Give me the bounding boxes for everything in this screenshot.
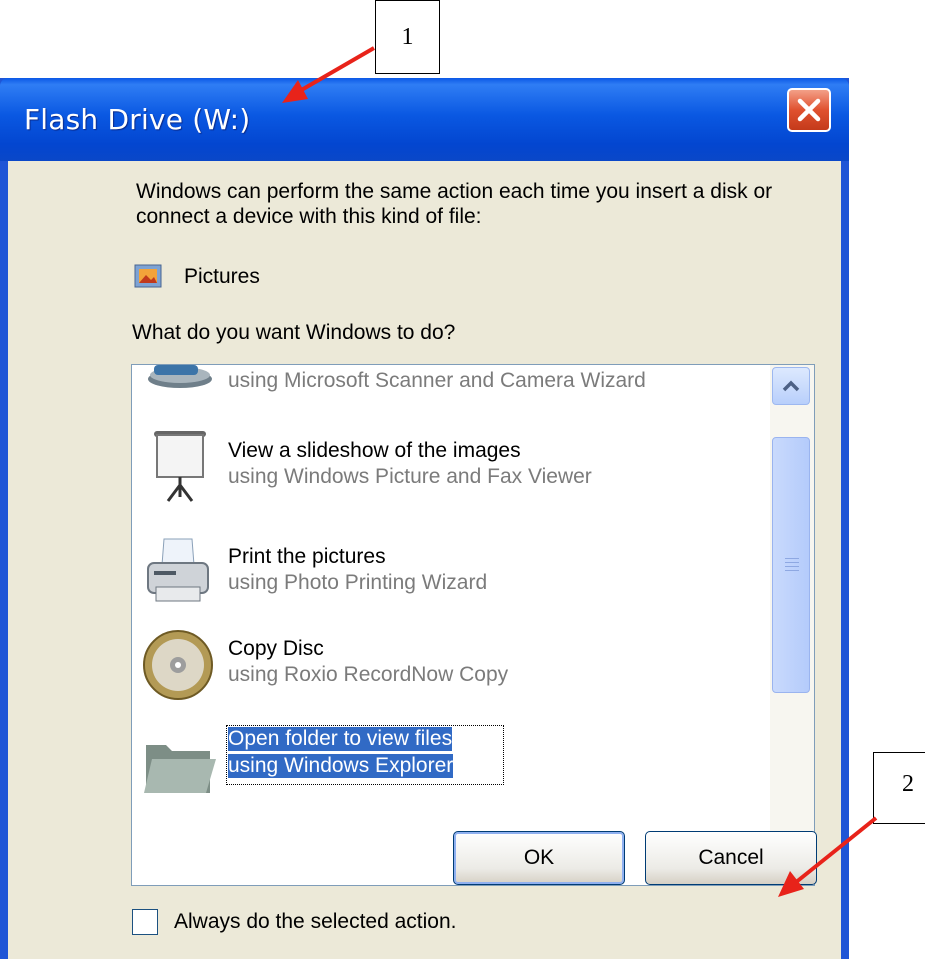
scroll-thumb[interactable] xyxy=(772,437,810,693)
callout-box-2: 2 xyxy=(873,752,925,824)
action-item-scanner[interactable]: using Microsoft Scanner and Camera Wizar… xyxy=(132,365,768,425)
scroll-grip-line xyxy=(785,566,799,567)
action-item-copy-disc[interactable]: Copy Disc using Roxio RecordNow Copy xyxy=(132,627,768,717)
action-list[interactable]: using Microsoft Scanner and Camera Wizar… xyxy=(131,364,815,886)
scroll-grip-line xyxy=(785,570,799,571)
close-button[interactable] xyxy=(787,88,831,132)
dialog-body: Windows can perform the same action each… xyxy=(8,161,841,959)
always-do-label[interactable]: Always do the selected action. xyxy=(174,910,457,934)
action-sublabel: using Microsoft Scanner and Camera Wizar… xyxy=(228,369,646,392)
action-sublabel: using Windows Picture and Fax Viewer xyxy=(228,465,592,488)
callout-box-1: 1 xyxy=(375,0,440,74)
always-do-checkbox[interactable] xyxy=(132,909,158,935)
disc-icon xyxy=(143,630,213,700)
chevron-up-icon xyxy=(782,380,800,392)
action-label: Open folder to view files xyxy=(228,727,453,751)
title-bar[interactable]: Flash Drive (W:) xyxy=(0,78,849,161)
intro-text: Windows can perform the same action each… xyxy=(136,180,773,228)
cancel-button[interactable]: Cancel xyxy=(645,831,817,885)
action-sublabel: using Windows Explorer xyxy=(228,754,454,778)
action-sublabel: using Photo Printing Wizard xyxy=(228,571,488,594)
action-item-slideshow[interactable]: View a slideshow of the images using Win… xyxy=(132,425,768,515)
action-label: Copy Disc xyxy=(228,637,324,660)
question-label: What do you want Windows to do? xyxy=(132,321,456,344)
camera-icon xyxy=(148,365,212,388)
pictures-icon xyxy=(134,264,162,288)
vertical-scrollbar[interactable] xyxy=(770,365,814,885)
action-sublabel: using Roxio RecordNow Copy xyxy=(228,663,509,686)
scroll-grip-line xyxy=(785,562,799,563)
action-item-print[interactable]: Print the pictures using Photo Printing … xyxy=(132,535,768,625)
projector-screen-icon xyxy=(154,431,206,502)
ok-button[interactable]: OK xyxy=(453,831,625,885)
printer-icon xyxy=(147,538,209,602)
content-type-label: Pictures xyxy=(184,265,260,288)
scroll-up-button[interactable] xyxy=(772,367,810,405)
window-title: Flash Drive (W:) xyxy=(24,103,251,136)
action-item-open-folder[interactable]: Open folder to view files using Windows … xyxy=(132,725,768,817)
close-icon xyxy=(797,98,821,122)
folder-icon xyxy=(144,745,216,793)
action-label: View a slideshow of the images xyxy=(228,439,521,462)
action-label: Print the pictures xyxy=(228,545,386,568)
scroll-grip-line xyxy=(785,558,799,559)
autoplay-dialog: Flash Drive (W:) Windows can perform the… xyxy=(0,78,849,959)
